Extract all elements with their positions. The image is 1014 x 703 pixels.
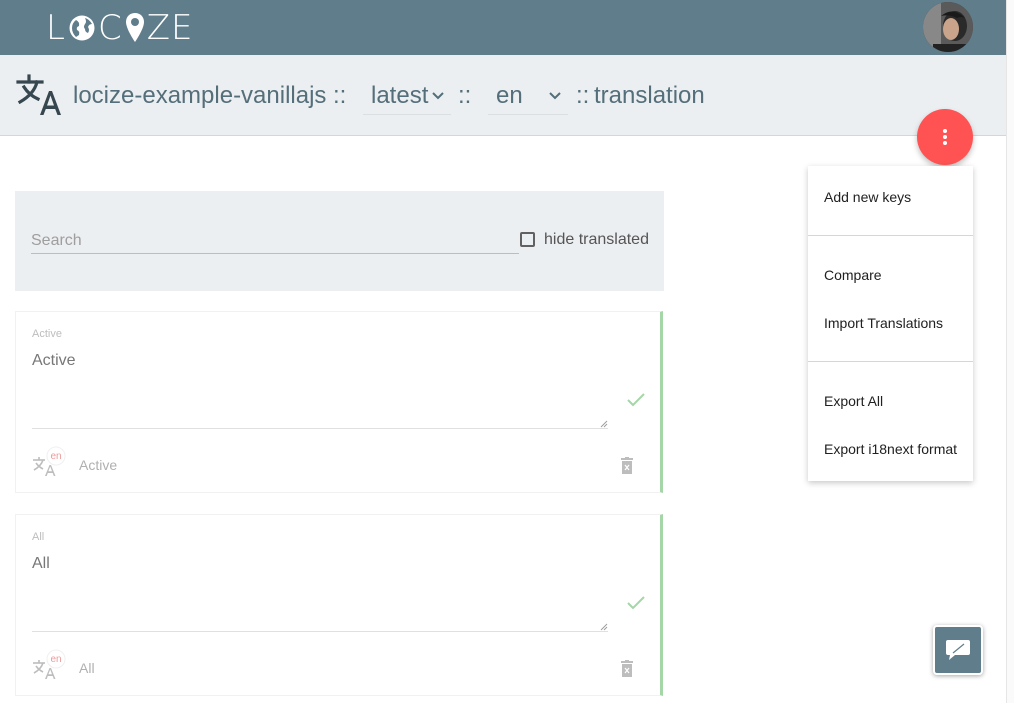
check-icon: [627, 596, 645, 610]
more-vert-icon: [943, 129, 947, 145]
translation-value-textarea[interactable]: All: [32, 555, 50, 573]
separator: ::: [576, 82, 590, 109]
translation-card: All All en All: [15, 514, 663, 696]
resize-handle-icon[interactable]: [599, 622, 608, 631]
globe-icon: [68, 14, 96, 42]
separator: ::: [333, 82, 347, 109]
locize-logo[interactable]: L C Z E: [46, 8, 194, 48]
menu-divider: [808, 235, 973, 236]
translation-key: All: [32, 531, 45, 543]
top-navbar: L C Z E: [0, 0, 1006, 55]
menu-item-export-all[interactable]: Export All: [824, 392, 883, 410]
map-pin-icon: [125, 12, 145, 44]
actions-menu: Add new keys Compare Import Translations…: [808, 166, 973, 481]
lang-badge: en: [50, 451, 61, 462]
menu-item-compare[interactable]: Compare: [824, 266, 882, 284]
menu-divider: [808, 361, 973, 362]
logo-letter-z: Z: [146, 8, 171, 48]
lang-badge: en: [50, 654, 61, 665]
check-icon: [627, 393, 645, 407]
textarea-underline: [32, 631, 608, 632]
textarea-underline: [32, 428, 608, 429]
menu-item-add-new-keys[interactable]: Add new keys: [824, 188, 911, 206]
menu-item-import-translations[interactable]: Import Translations: [824, 314, 943, 332]
menu-item-export-i18next[interactable]: Export i18next format: [824, 440, 957, 458]
translation-value-textarea[interactable]: Active: [32, 352, 76, 370]
user-avatar[interactable]: [923, 2, 973, 52]
chat-icon: [946, 640, 970, 660]
project-name[interactable]: locize-example-vanillajs: [73, 81, 326, 111]
namespace-name: translation: [594, 82, 705, 109]
chat-button[interactable]: [933, 625, 983, 675]
logo-letter-c: C: [97, 8, 123, 48]
trash-icon[interactable]: [620, 660, 634, 678]
hide-translated-label[interactable]: hide translated: [544, 231, 649, 249]
language-select[interactable]: en: [488, 77, 568, 115]
translation-card: Active Active en Active: [15, 311, 663, 493]
version-value: latest: [371, 82, 429, 109]
language-value: en: [496, 82, 523, 109]
search-panel: hide translated: [15, 191, 664, 291]
translate-icon: [16, 73, 62, 117]
project-header: locize-example-vanillajs :: latest :: en…: [0, 55, 1006, 136]
chevron-down-icon: [549, 92, 561, 100]
source-language-icon: en: [32, 649, 66, 681]
source-text: All: [79, 660, 95, 676]
version-select[interactable]: latest: [363, 77, 451, 115]
logo-letter-l: L: [46, 8, 66, 48]
chevron-down-icon: [432, 92, 444, 100]
search-input[interactable]: [31, 229, 519, 254]
separator: ::: [458, 82, 472, 109]
hide-translated-checkbox[interactable]: [520, 232, 535, 247]
source-language-icon: en: [32, 446, 66, 478]
logo-letter-e: E: [171, 8, 194, 48]
more-actions-button[interactable]: [917, 109, 973, 165]
trash-icon[interactable]: [620, 457, 634, 475]
translation-key: Active: [32, 328, 62, 340]
scrollbar[interactable]: [1006, 0, 1014, 703]
source-text: Active: [79, 457, 118, 473]
resize-handle-icon[interactable]: [599, 419, 608, 428]
